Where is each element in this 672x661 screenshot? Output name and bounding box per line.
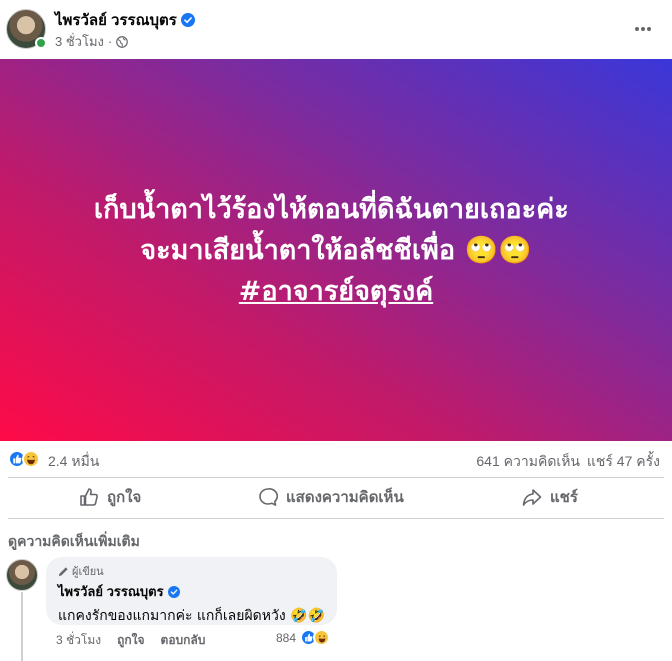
comment-reaction-summary[interactable]: 884 xyxy=(276,629,331,646)
post-time[interactable]: 3 ชั่วโมง xyxy=(55,31,104,52)
divider-bottom xyxy=(8,518,664,519)
reaction-count[interactable]: 2.4 หมื่น xyxy=(48,451,99,473)
author-name[interactable]: ไพรวัลย์ วรรณบุตร xyxy=(55,12,177,29)
post-text-line-2: จะมาเสียน้ำตาให้อลัชชีเพื่อ 🙄🙄 xyxy=(140,234,532,266)
comment-time[interactable]: 3 ชั่วโมง xyxy=(56,631,101,650)
author-name-row: ไพรวัลย์ วรรณบุตร xyxy=(55,8,195,32)
haha-reaction-icon xyxy=(313,629,331,646)
post-action-bar: ถูกใจ แสดงความคิดเห็น แชร์ xyxy=(0,478,672,516)
comment-actions: 3 ชั่วโมง ถูกใจ ตอบกลับ xyxy=(56,631,205,650)
comment-author-row: ไพรวัลย์ วรรณบุตร xyxy=(58,581,325,602)
comment-author-name[interactable]: ไพรวัลย์ วรรณบุตร xyxy=(58,584,164,599)
share-button[interactable]: แชร์ xyxy=(522,478,578,516)
reaction-summary: 2.4 หมื่น 641 ความคิดเห็น แชร์ 47 ครั้ง xyxy=(0,441,672,477)
post-meta: 3 ชั่วโมง · xyxy=(55,31,129,52)
verified-icon xyxy=(167,586,180,598)
haha-reaction-icon xyxy=(22,450,40,468)
comment-reaction-count: 884 xyxy=(276,630,297,645)
comment-reply-button[interactable]: ตอบกลับ xyxy=(161,631,206,650)
share-count[interactable]: แชร์ 47 ครั้ง xyxy=(587,451,660,473)
comment-button[interactable]: แสดงความคิดเห็น xyxy=(258,478,404,516)
comment-bubble: ผู้เขียน ไพรวัลย์ วรรณบุตร แกคงรักของแกม… xyxy=(46,557,337,625)
online-status-dot xyxy=(35,37,47,49)
comment-avatar[interactable] xyxy=(6,559,38,591)
like-button[interactable]: ถูกใจ xyxy=(79,478,141,516)
verified-icon xyxy=(180,13,195,27)
share-label: แชร์ xyxy=(550,489,578,506)
post-hashtag-link[interactable]: #อาจารย์จตุรงค์ xyxy=(239,271,433,312)
post-header: ไพรวัลย์ วรรณบุตร 3 ชั่วโมง · xyxy=(0,0,672,60)
comment-count[interactable]: 641 ความคิดเห็น xyxy=(476,451,580,473)
reaction-icons[interactable] xyxy=(8,450,40,468)
pen-icon xyxy=(58,566,68,576)
comment-thread-line xyxy=(21,592,23,661)
comment-text: แกคงรักของแกมากค่ะ แกก็เลยผิดหวัง 🤣🤣 xyxy=(58,608,325,624)
post-text-line-1: เก็บน้ำตาไว้ร้องไห้ตอนที่ดิฉันตายเถอะค่ะ… xyxy=(93,193,579,225)
like-label: ถูกใจ xyxy=(107,489,142,506)
globe-icon xyxy=(116,35,129,48)
view-more-comments-link[interactable]: ดูความคิดเห็นเพิ่มเติม xyxy=(8,531,140,553)
comment-icon xyxy=(259,488,278,506)
like-icon xyxy=(80,488,98,506)
post-background-banner: เก็บน้ำตาไว้ร้องไห้ตอนที่ดิฉันตายเถอะค่ะ… xyxy=(0,59,672,441)
author-badge: ผู้เขียน xyxy=(58,564,325,578)
share-icon xyxy=(522,489,542,506)
more-icon xyxy=(635,27,651,31)
more-options-button[interactable] xyxy=(628,14,658,44)
comment-label: แสดงความคิดเห็น xyxy=(286,489,404,506)
comment-reaction-icons xyxy=(300,629,331,646)
author-badge-label: ผู้เขียน xyxy=(72,566,104,578)
author-avatar-wrapper[interactable] xyxy=(6,9,47,49)
comment-like-button[interactable]: ถูกใจ xyxy=(117,631,144,650)
